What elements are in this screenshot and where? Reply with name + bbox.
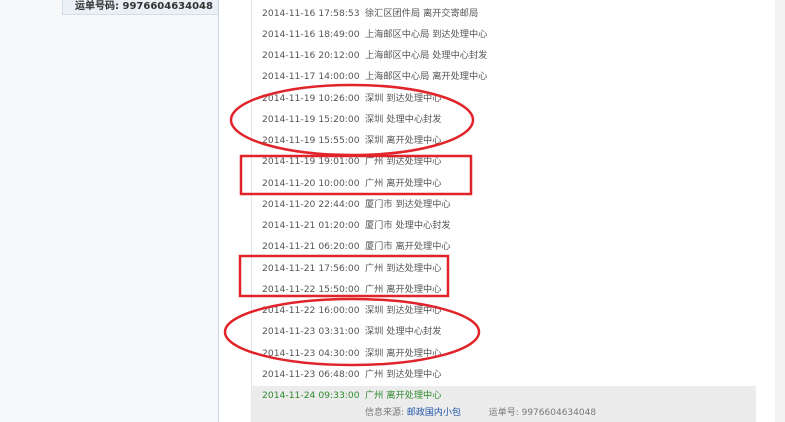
tracking-event: 广州 到达处理中心: [365, 263, 442, 274]
tracking-time: 2014-11-19 19:01:00: [262, 156, 360, 167]
tracking-time: 2014-11-22 15:50:00: [262, 284, 360, 295]
waybill-number: 9976604634048: [122, 1, 213, 12]
tracking-time: 2014-11-23 06:48:00: [262, 369, 360, 380]
tracking-time: 2014-11-21 01:20:00: [262, 220, 360, 231]
tracking-event: 上海邮区中心局 到达处理中心: [365, 29, 488, 40]
tracking-time: 2014-11-22 16:00:00: [262, 305, 360, 316]
tracking-time: 2014-11-19 15:20:00: [262, 114, 360, 125]
tracking-event: 广州 离开处理中心: [365, 284, 442, 295]
tracking-time: 2014-11-23 04:30:00: [262, 348, 360, 359]
tracking-border: [251, 0, 252, 422]
tracking-event: 深圳 离开处理中心: [365, 348, 442, 359]
source-link[interactable]: 邮政国内小包: [407, 408, 461, 418]
tracking-event: 厦门市 离开处理中心: [365, 241, 451, 252]
tracking-number-label: 运单号:: [488, 408, 519, 418]
tracking-time: 2014-11-16 18:49:00: [262, 29, 360, 40]
tracking-event: 厦门市 处理中心封发: [365, 220, 451, 231]
tracking-time: 2014-11-20 10:00:00: [262, 178, 360, 189]
source-label: 信息来源:: [365, 408, 405, 418]
tracking-number-value: 9976604634048: [521, 408, 597, 418]
tracking-event: 广州 离开处理中心: [365, 390, 442, 401]
tracking-event: 深圳 处理中心封发: [365, 326, 442, 337]
tracking-time: 2014-11-20 22:44:00: [262, 199, 360, 210]
waybill-info: 运单号码: 9976604634048: [75, 0, 213, 12]
tracking-event: 厦门市 到达处理中心: [365, 199, 451, 210]
left-sidebar-background: [0, 0, 218, 422]
tracking-event: 深圳 到达处理中心: [365, 305, 442, 316]
tracking-event: 上海邮区中心局 离开处理中心: [365, 71, 488, 82]
source-info: 信息来源: 邮政国内小包 运单号: 9976604634048: [365, 405, 596, 418]
right-scrollbar-area: [775, 0, 785, 422]
tracking-event: 上海邮区中心局 处理中心封发: [365, 50, 488, 61]
tracking-time: 2014-11-19 15:55:00: [262, 135, 360, 146]
tracking-time: 2014-11-21 17:56:00: [262, 263, 360, 274]
tracking-time: 2014-11-19 10:26:00: [262, 93, 360, 104]
tracking-event: 广州 到达处理中心: [365, 156, 442, 167]
tracking-event: 徐汇区团件局 离开交寄邮局: [365, 8, 479, 19]
tracking-time: 2014-11-23 03:31:00: [262, 326, 360, 337]
waybill-label: 运单号码:: [75, 1, 119, 12]
tracking-time: 2014-11-21 06:20:00: [262, 241, 360, 252]
tracking-time: 2014-11-16 20:12:00: [262, 50, 360, 61]
tracking-time: 2014-11-16 17:58:53: [262, 8, 360, 19]
tracking-event: 深圳 处理中心封发: [365, 114, 442, 125]
tracking-time: 2014-11-24 09:33:00: [262, 390, 360, 401]
tracking-event: 深圳 离开处理中心: [365, 135, 442, 146]
tracking-event: 深圳 到达处理中心: [365, 93, 442, 104]
tracking-time: 2014-11-17 14:00:00: [262, 71, 360, 82]
tracking-event: 广州 离开处理中心: [365, 178, 442, 189]
tracking-event: 广州 到达处理中心: [365, 369, 442, 380]
